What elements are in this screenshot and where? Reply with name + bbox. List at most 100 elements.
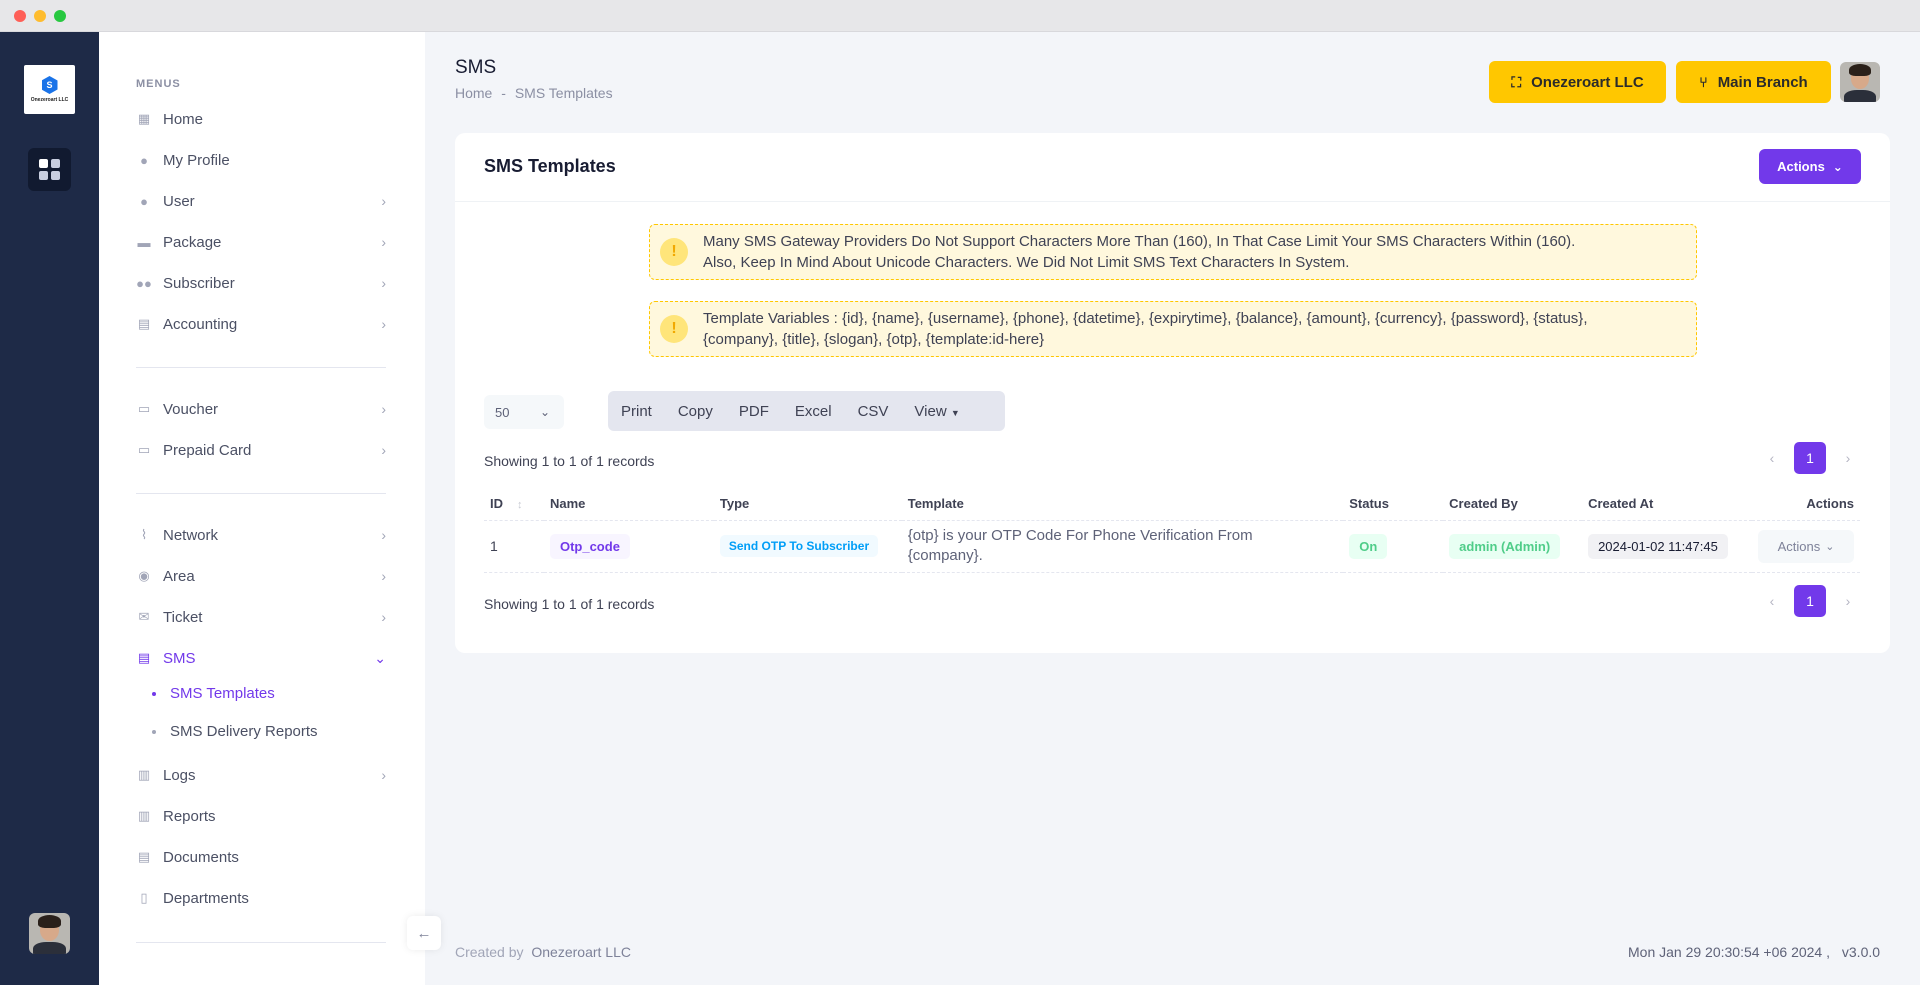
- sidebar-item-logs[interactable]: ▥ Logs ›: [136, 762, 386, 788]
- chevron-right-icon: ›: [381, 442, 386, 458]
- breadcrumb-home[interactable]: Home: [455, 85, 492, 101]
- company-button-label: Onezeroart LLC: [1531, 73, 1644, 91]
- next-page-button[interactable]: ›: [1832, 585, 1864, 617]
- card-actions-button[interactable]: Actions ⌄: [1759, 149, 1861, 184]
- column-header-name[interactable]: Name: [543, 488, 714, 521]
- sidebar-item-package[interactable]: ▬ Package ›: [136, 229, 387, 255]
- page-length-value: 50: [495, 404, 510, 420]
- sms-templates-card: SMS Templates Actions ⌄ ! Many SMS Gatew…: [455, 133, 1890, 653]
- sitemap-icon: ⛶: [1511, 73, 1522, 90]
- dashboard-icon[interactable]: [28, 148, 71, 191]
- previous-page-button[interactable]: ‹: [1756, 442, 1788, 474]
- page-number-button[interactable]: 1: [1794, 585, 1826, 617]
- sidebar-item-label: Home: [163, 110, 204, 128]
- profile-icon: ●: [140, 152, 148, 168]
- sidebar-item-reports[interactable]: ▥ Reports: [136, 803, 386, 829]
- chevron-right-icon: ›: [381, 609, 386, 625]
- chevron-right-icon: ›: [381, 234, 386, 250]
- excel-button[interactable]: Excel: [782, 403, 845, 420]
- package-icon: ▬: [137, 234, 151, 250]
- csv-button[interactable]: CSV: [845, 403, 902, 420]
- view-dropdown-button[interactable]: View ▼: [901, 403, 972, 420]
- page-length-select[interactable]: 50 ⌄: [484, 395, 564, 429]
- records-info-top: Showing 1 to 1 of 1 records: [484, 453, 655, 469]
- row-actions-label: Actions: [1777, 538, 1821, 554]
- header-avatar[interactable]: [1840, 62, 1880, 102]
- sidebar-item-user[interactable]: ● User ›: [136, 188, 386, 214]
- sidebar-subitem-label: SMS Delivery Reports: [170, 723, 318, 740]
- warning-icon: !: [660, 315, 688, 343]
- sidebar-item-network[interactable]: ⌇ Network ›: [136, 522, 386, 548]
- alert-text-line: Also, Keep In Mind About Unicode Charact…: [703, 254, 1350, 271]
- sidebar-item-label: User: [163, 192, 195, 210]
- next-page-button[interactable]: ›: [1832, 442, 1864, 474]
- sidebar-item-label: Voucher: [163, 400, 219, 418]
- alert-text-line: Template Variables : {id}, {name}, {user…: [703, 310, 1588, 327]
- pagination-top: ‹ 1 ›: [1756, 442, 1864, 474]
- sidebar-item-label: Subscriber: [163, 274, 235, 292]
- previous-page-button[interactable]: ‹: [1756, 585, 1788, 617]
- template-text-line: {otp} is your OTP Code For Phone Verific…: [907, 527, 1253, 544]
- column-header-status[interactable]: Status: [1343, 488, 1444, 521]
- character-limit-alert: ! Many SMS Gateway Providers Do Not Supp…: [649, 224, 1697, 280]
- sidebar: MENUS ▦ Home ● My Profile ● User › ▬ Pac…: [99, 32, 425, 985]
- user-avatar[interactable]: [29, 913, 70, 954]
- cell-template: {otp} is your OTP Code For Phone Verific…: [901, 520, 1344, 573]
- sidebar-item-documents[interactable]: ▤ Documents: [136, 844, 386, 870]
- card-icon: ▭: [137, 442, 151, 457]
- caret-down-icon: ▼: [950, 407, 960, 418]
- sidebar-item-accounting[interactable]: ▤ Accounting ›: [136, 311, 386, 337]
- template-name-badge[interactable]: Otp_code: [549, 533, 630, 559]
- sidebar-item-home[interactable]: ▦ Home: [136, 106, 386, 132]
- sidebar-item-prepaid-card[interactable]: ▭ Prepaid Card ›: [136, 437, 386, 463]
- sidebar-item-label: Ticket: [163, 608, 203, 626]
- sidebar-subitem-sms-delivery-reports[interactable]: SMS Delivery Reports: [152, 723, 318, 740]
- maximize-window-button[interactable]: [54, 10, 66, 22]
- column-header-type[interactable]: Type: [713, 488, 902, 521]
- sidebar-item-subscriber[interactable]: ●● Subscriber ›: [136, 270, 386, 296]
- close-window-button[interactable]: [14, 10, 26, 22]
- table-row: 1 Otp_code Send OTP To Subscriber {otp} …: [484, 520, 1860, 573]
- template-text-line: {company}.: [907, 547, 983, 564]
- sidebar-item-my-profile[interactable]: ● My Profile: [136, 147, 386, 173]
- print-button[interactable]: Print: [608, 403, 665, 420]
- footer-company-link[interactable]: Onezeroart LLC: [531, 944, 631, 960]
- sidebar-item-label: Accounting: [163, 315, 238, 333]
- divider: [136, 493, 386, 494]
- sidebar-item-area[interactable]: ◉ Area ›: [136, 563, 386, 589]
- sidebar-subitem-sms-templates[interactable]: SMS Templates: [152, 685, 275, 702]
- template-variables-alert: ! Template Variables : {id}, {name}, {us…: [649, 301, 1697, 357]
- column-header-id[interactable]: ID ↕: [484, 488, 544, 521]
- building-icon: ▯: [140, 890, 148, 905]
- minimize-window-button[interactable]: [34, 10, 46, 22]
- page-title: SMS: [455, 57, 497, 78]
- template-type-badge: Send OTP To Subscriber: [719, 535, 879, 557]
- user-icon: ●: [140, 193, 148, 209]
- card-actions-label: Actions: [1777, 159, 1825, 174]
- pdf-button[interactable]: PDF: [726, 403, 782, 420]
- sidebar-item-departments[interactable]: ▯ Departments: [136, 885, 386, 911]
- chevron-right-icon: ›: [381, 401, 386, 417]
- bullet-icon: [152, 691, 156, 696]
- column-header-created-at[interactable]: Created At: [1582, 488, 1752, 521]
- column-header-created-by[interactable]: Created By: [1443, 488, 1583, 521]
- created-by-badge: admin (Admin): [1449, 533, 1561, 559]
- sidebar-item-label: My Profile: [163, 151, 230, 169]
- breadcrumb-current: SMS Templates: [514, 85, 613, 101]
- sidebar-item-ticket[interactable]: ✉ Ticket ›: [136, 604, 386, 630]
- company-button[interactable]: ⛶ Onezeroart LLC: [1489, 61, 1666, 103]
- footer-version: v3.0.0: [1841, 944, 1881, 960]
- sidebar-item-sms[interactable]: ▤ SMS ⌄: [136, 645, 386, 671]
- row-actions-button[interactable]: Actions ⌄: [1758, 529, 1854, 563]
- chevron-right-icon: ›: [381, 275, 386, 291]
- collapse-sidebar-button[interactable]: ←: [407, 916, 441, 950]
- copy-button[interactable]: Copy: [665, 403, 726, 420]
- page-number-button[interactable]: 1: [1794, 442, 1826, 474]
- sidebar-item-voucher[interactable]: ▭ Voucher ›: [136, 396, 386, 422]
- status-badge: On: [1349, 533, 1388, 559]
- branch-button[interactable]: ⑂ Main Branch: [1676, 61, 1831, 103]
- sidebar-item-label: Network: [163, 526, 219, 544]
- column-header-template[interactable]: Template: [901, 488, 1344, 521]
- chevron-right-icon: ›: [381, 568, 386, 584]
- company-logo[interactable]: S Onezeroart LLC: [24, 65, 75, 114]
